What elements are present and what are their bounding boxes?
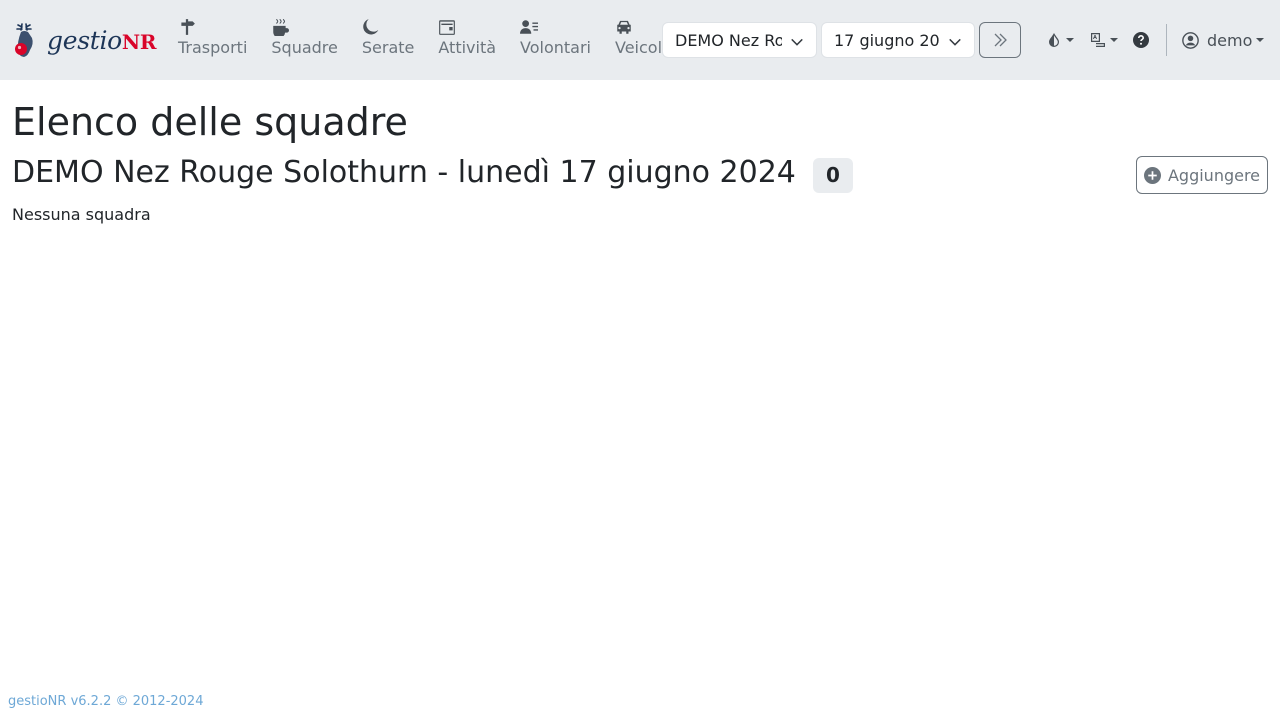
nav-item-label: Attività bbox=[438, 38, 497, 57]
person-circle-icon bbox=[1182, 31, 1199, 49]
brand-logo[interactable]: gestioNR bbox=[12, 20, 157, 60]
nav-item-label: Serate bbox=[361, 38, 415, 57]
nav-item-label: Trasporti bbox=[178, 38, 248, 57]
date-select-value: 17 giugno 2024 bbox=[834, 30, 940, 50]
chevron-double-right-icon bbox=[994, 33, 1007, 47]
user-name: demo bbox=[1207, 30, 1253, 50]
date-select[interactable]: 17 giugno 2024 bbox=[821, 22, 975, 58]
droplet-icon bbox=[1049, 33, 1059, 47]
brand-name: gestio bbox=[47, 25, 122, 55]
help-button[interactable] bbox=[1133, 30, 1149, 50]
chevron-down-icon bbox=[790, 34, 804, 48]
nav-item-label: Squadre bbox=[271, 38, 338, 57]
footer-version-link[interactable]: gestioNR v6.2.2 © 2012-2024 bbox=[8, 694, 203, 709]
car-icon bbox=[615, 18, 633, 36]
person-lines-icon bbox=[520, 18, 539, 36]
user-menu[interactable]: demo bbox=[1182, 30, 1265, 50]
organization-select-value: DEMO Nez Rouge Solothurn bbox=[675, 30, 782, 50]
add-team-label: Aggiungere bbox=[1167, 165, 1261, 185]
count-badge: 0 bbox=[812, 157, 853, 193]
chevron-down-icon bbox=[948, 34, 962, 48]
subtitle-text: DEMO Nez Rouge Solothurn - lunedì 17 giu… bbox=[12, 155, 796, 190]
brand-name-accent: NR bbox=[121, 29, 157, 54]
calendar-icon bbox=[438, 18, 456, 36]
navbar-divider bbox=[1166, 24, 1167, 56]
nav-item-volontari[interactable]: Volontari bbox=[508, 14, 603, 66]
organization-select[interactable]: DEMO Nez Rouge Solothurn bbox=[662, 22, 817, 58]
translate-icon bbox=[1091, 33, 1105, 47]
cup-hot-icon bbox=[271, 18, 290, 38]
add-team-button[interactable]: Aggiungere bbox=[1136, 156, 1268, 194]
nav-item-squadre[interactable]: Squadre bbox=[259, 14, 349, 66]
page-subtitle: DEMO Nez Rouge Solothurn - lunedì 17 giu… bbox=[12, 152, 853, 194]
empty-state-text: Nessuna squadra bbox=[12, 205, 151, 224]
nav-item-label: Volontari bbox=[520, 38, 591, 57]
language-dropdown[interactable] bbox=[1090, 30, 1118, 50]
signpost-icon bbox=[178, 18, 196, 36]
plus-circle-icon bbox=[1143, 166, 1161, 184]
question-circle-icon bbox=[1133, 32, 1149, 48]
moon-icon bbox=[362, 18, 380, 36]
nav-item-serate[interactable]: Serate bbox=[350, 14, 427, 66]
main-nav: Trasporti Squadre Serate Attività Volont… bbox=[166, 14, 678, 66]
page-title: Elenco delle squadre bbox=[12, 100, 408, 144]
nav-item-trasporti[interactable]: Trasporti bbox=[166, 14, 259, 66]
top-navbar: gestioNR Trasporti Squadre Serate Attivi… bbox=[0, 0, 1280, 80]
theme-dropdown[interactable] bbox=[1046, 30, 1074, 50]
nav-item-attivita[interactable]: Attività bbox=[426, 14, 508, 66]
reindeer-logo-icon bbox=[15, 23, 33, 57]
next-date-button[interactable] bbox=[979, 22, 1021, 58]
nav-item-label: Veicoli bbox=[615, 38, 667, 57]
